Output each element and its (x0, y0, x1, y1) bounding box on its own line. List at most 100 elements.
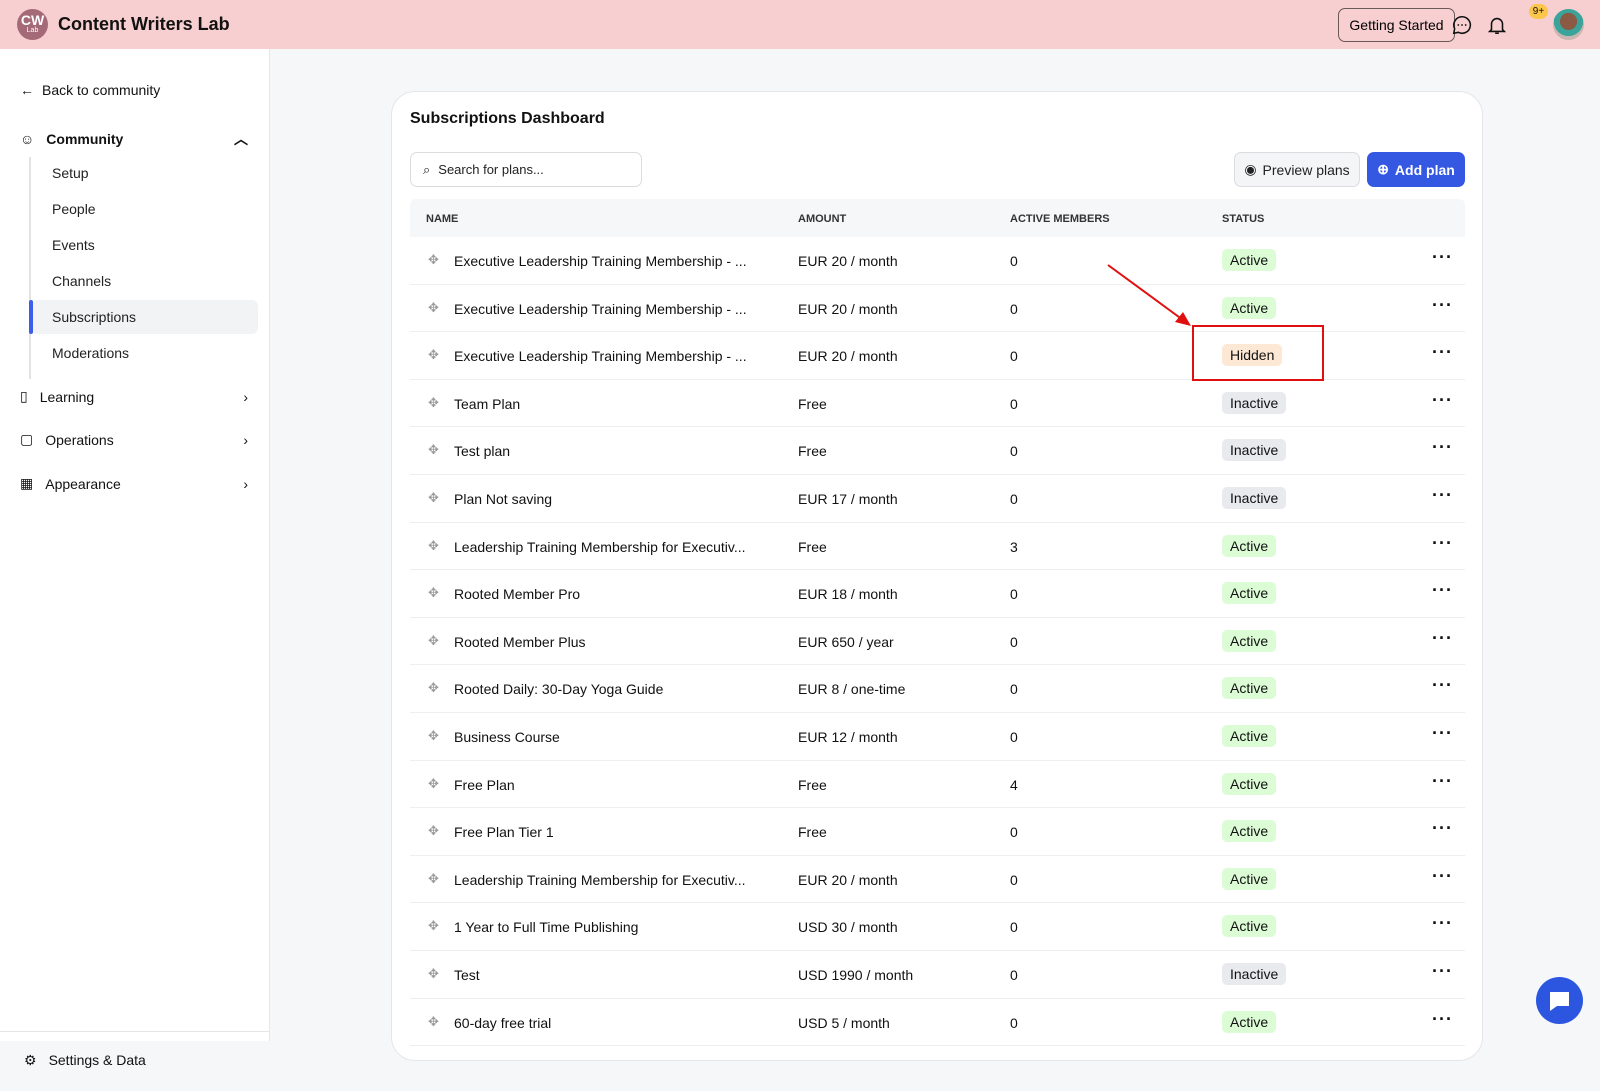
status-badge: Active (1222, 915, 1277, 938)
book-icon: ▯ (20, 388, 28, 404)
plan-name: 1 Year to Full Time Publishing (454, 919, 639, 936)
add-plan-button[interactable]: ⊕ Add plan (1367, 152, 1465, 187)
plan-name: 60-day free trial (454, 1014, 552, 1031)
sidebar-section-community[interactable]: ☺ Community ︿ (20, 131, 248, 147)
table-row[interactable]: ✥ Free Plan Tier 1 Free 0 Active ··· (410, 808, 1465, 856)
more-options-icon[interactable]: ··· (1432, 437, 1453, 458)
sidebar: ← Back to community ☺ Community ︿ Setup Peo… (0, 49, 270, 1068)
drag-handle-icon[interactable]: ✥ (428, 490, 439, 506)
table-row[interactable]: ✥ Team Plan Free 0 Inactive ··· (410, 380, 1465, 428)
sidebar-item-events[interactable]: Events (31, 228, 258, 262)
eye-icon: ◉ (1244, 161, 1257, 177)
table-row[interactable]: ✥ Free Plan Free 4 Active ··· (410, 761, 1465, 809)
chat-bubble-icon (1550, 992, 1569, 1011)
more-options-icon[interactable]: ··· (1432, 295, 1453, 316)
more-options-icon[interactable]: ··· (1432, 866, 1453, 887)
drag-handle-icon[interactable]: ✥ (428, 633, 439, 649)
search-box[interactable]: ⌕ (410, 152, 642, 187)
plan-amount: EUR 20 / month (798, 871, 898, 888)
sidebar-section-learning[interactable]: ▯ Learning › (20, 388, 248, 405)
drag-handle-icon[interactable]: ✥ (428, 776, 439, 792)
more-options-icon[interactable]: ··· (1432, 913, 1453, 934)
more-options-icon[interactable]: ··· (1432, 961, 1453, 982)
more-options-icon[interactable]: ··· (1432, 342, 1453, 363)
table-row[interactable]: ✥ Executive Leadership Training Membersh… (410, 237, 1465, 285)
column-header-status[interactable]: STATUS (1222, 213, 1264, 225)
drag-handle-icon[interactable]: ✥ (428, 585, 439, 601)
more-options-icon[interactable]: ··· (1432, 723, 1453, 744)
table-row[interactable]: ✥ Business Course EUR 12 / month 0 Activ… (410, 713, 1465, 761)
column-header-name[interactable]: NAME (426, 213, 458, 225)
drag-handle-icon[interactable]: ✥ (428, 1014, 439, 1030)
search-input[interactable] (438, 162, 619, 177)
plan-name: Executive Leadership Training Membership… (454, 300, 747, 317)
more-options-icon[interactable]: ··· (1432, 390, 1453, 411)
chat-launcher-button[interactable] (1536, 977, 1583, 1024)
plan-amount: EUR 12 / month (798, 728, 898, 745)
sidebar-item-channels[interactable]: Channels (31, 264, 258, 298)
more-options-icon[interactable]: ··· (1432, 533, 1453, 554)
active-members: 0 (1010, 300, 1018, 317)
drag-handle-icon[interactable]: ✥ (428, 918, 439, 934)
more-options-icon[interactable]: ··· (1432, 771, 1453, 792)
top-bar: CW Lab Content Writers Lab Getting Starte… (0, 0, 1600, 49)
more-options-icon[interactable]: ··· (1432, 675, 1453, 696)
column-header-active-members[interactable]: ACTIVE MEMBERS (1010, 213, 1110, 225)
chat-icon[interactable] (1451, 14, 1473, 36)
chevron-right-icon: › (243, 431, 248, 448)
drag-handle-icon[interactable]: ✥ (428, 442, 439, 458)
drag-handle-icon[interactable]: ✥ (428, 395, 439, 411)
drag-handle-icon[interactable]: ✥ (428, 728, 439, 744)
drag-handle-icon[interactable]: ✥ (428, 347, 439, 363)
table-row[interactable]: ✥ 60-day free trial USD 5 / month 0 Acti… (410, 999, 1465, 1047)
plan-name: Executive Leadership Training Membership… (454, 253, 747, 269)
sidebar-item-subscriptions[interactable]: Subscriptions (29, 300, 258, 334)
annotation-highlight-box (1192, 325, 1324, 381)
table-row[interactable]: ✥ Rooted Member Pro EUR 18 / month 0 Act… (410, 570, 1465, 618)
sidebar-item-moderations[interactable]: Moderations (31, 336, 258, 370)
more-options-icon[interactable]: ··· (1432, 1009, 1453, 1030)
sidebar-section-appearance[interactable]: ▦ Appearance › (20, 475, 248, 492)
getting-started-button[interactable]: Getting Started (1338, 8, 1455, 42)
drag-handle-icon[interactable]: ✥ (428, 680, 439, 696)
plan-name: Leadership Training Membership for Execu… (454, 871, 746, 888)
active-members: 0 (1010, 253, 1018, 269)
section-label: Community (46, 131, 124, 147)
table-row[interactable]: ✥ Plan Not saving EUR 17 / month 0 Inact… (410, 475, 1465, 523)
table-row[interactable]: ✥ Rooted Daily: 30-Day Yoga Guide EUR 8 … (410, 665, 1465, 713)
sidebar-item-setup[interactable]: Setup (31, 156, 258, 190)
more-options-icon[interactable]: ··· (1432, 818, 1453, 839)
settings-and-data-link[interactable]: ⚙ Settings & Data (0, 1031, 270, 1091)
table-row[interactable]: ✥ Leadership Training Membership for Exe… (410, 523, 1465, 571)
more-options-icon[interactable]: ··· (1432, 628, 1453, 649)
table-row[interactable]: ✥ Rooted Member Plus EUR 650 / year 0 Ac… (410, 618, 1465, 666)
drag-handle-icon[interactable]: ✥ (428, 871, 439, 887)
table-row[interactable]: ✥ Leadership Training Membership for Exe… (410, 856, 1465, 904)
more-options-icon[interactable]: ··· (1432, 247, 1453, 268)
drag-handle-icon[interactable]: ✥ (428, 538, 439, 554)
user-avatar[interactable] (1553, 9, 1584, 40)
table-row[interactable]: ✥ Test plan Free 0 Inactive ··· (410, 427, 1465, 475)
drag-handle-icon[interactable]: ✥ (428, 300, 439, 316)
plan-amount: USD 1990 / month (798, 966, 914, 983)
more-options-icon[interactable]: ··· (1432, 580, 1453, 601)
plan-amount: USD 5 / month (798, 1014, 890, 1031)
sidebar-section-operations[interactable]: ▢ Operations › (20, 431, 248, 448)
status-badge: Active (1222, 1010, 1277, 1033)
plan-name: Team Plan (454, 395, 521, 412)
back-to-community-link[interactable]: ← Back to community (20, 82, 160, 98)
table-row[interactable]: ✥ 1 Year to Full Time Publishing USD 30 … (410, 903, 1465, 951)
sidebar-item-people[interactable]: People (31, 192, 258, 226)
preview-plans-button[interactable]: ◉ Preview plans (1234, 152, 1360, 187)
community-logo[interactable]: CW Lab (17, 9, 48, 40)
drag-handle-icon[interactable]: ✥ (428, 966, 439, 982)
active-members: 0 (1010, 395, 1018, 412)
drag-handle-icon[interactable]: ✥ (428, 252, 439, 268)
column-header-amount[interactable]: AMOUNT (798, 213, 846, 225)
table-row[interactable]: ✥ Test USD 1990 / month 0 Inactive ··· (410, 951, 1465, 999)
bell-icon[interactable] (1486, 14, 1508, 36)
drag-handle-icon[interactable]: ✥ (428, 823, 439, 839)
more-options-icon[interactable]: ··· (1432, 485, 1453, 506)
status-badge: Active (1222, 772, 1277, 795)
back-label: Back to community (42, 82, 161, 98)
